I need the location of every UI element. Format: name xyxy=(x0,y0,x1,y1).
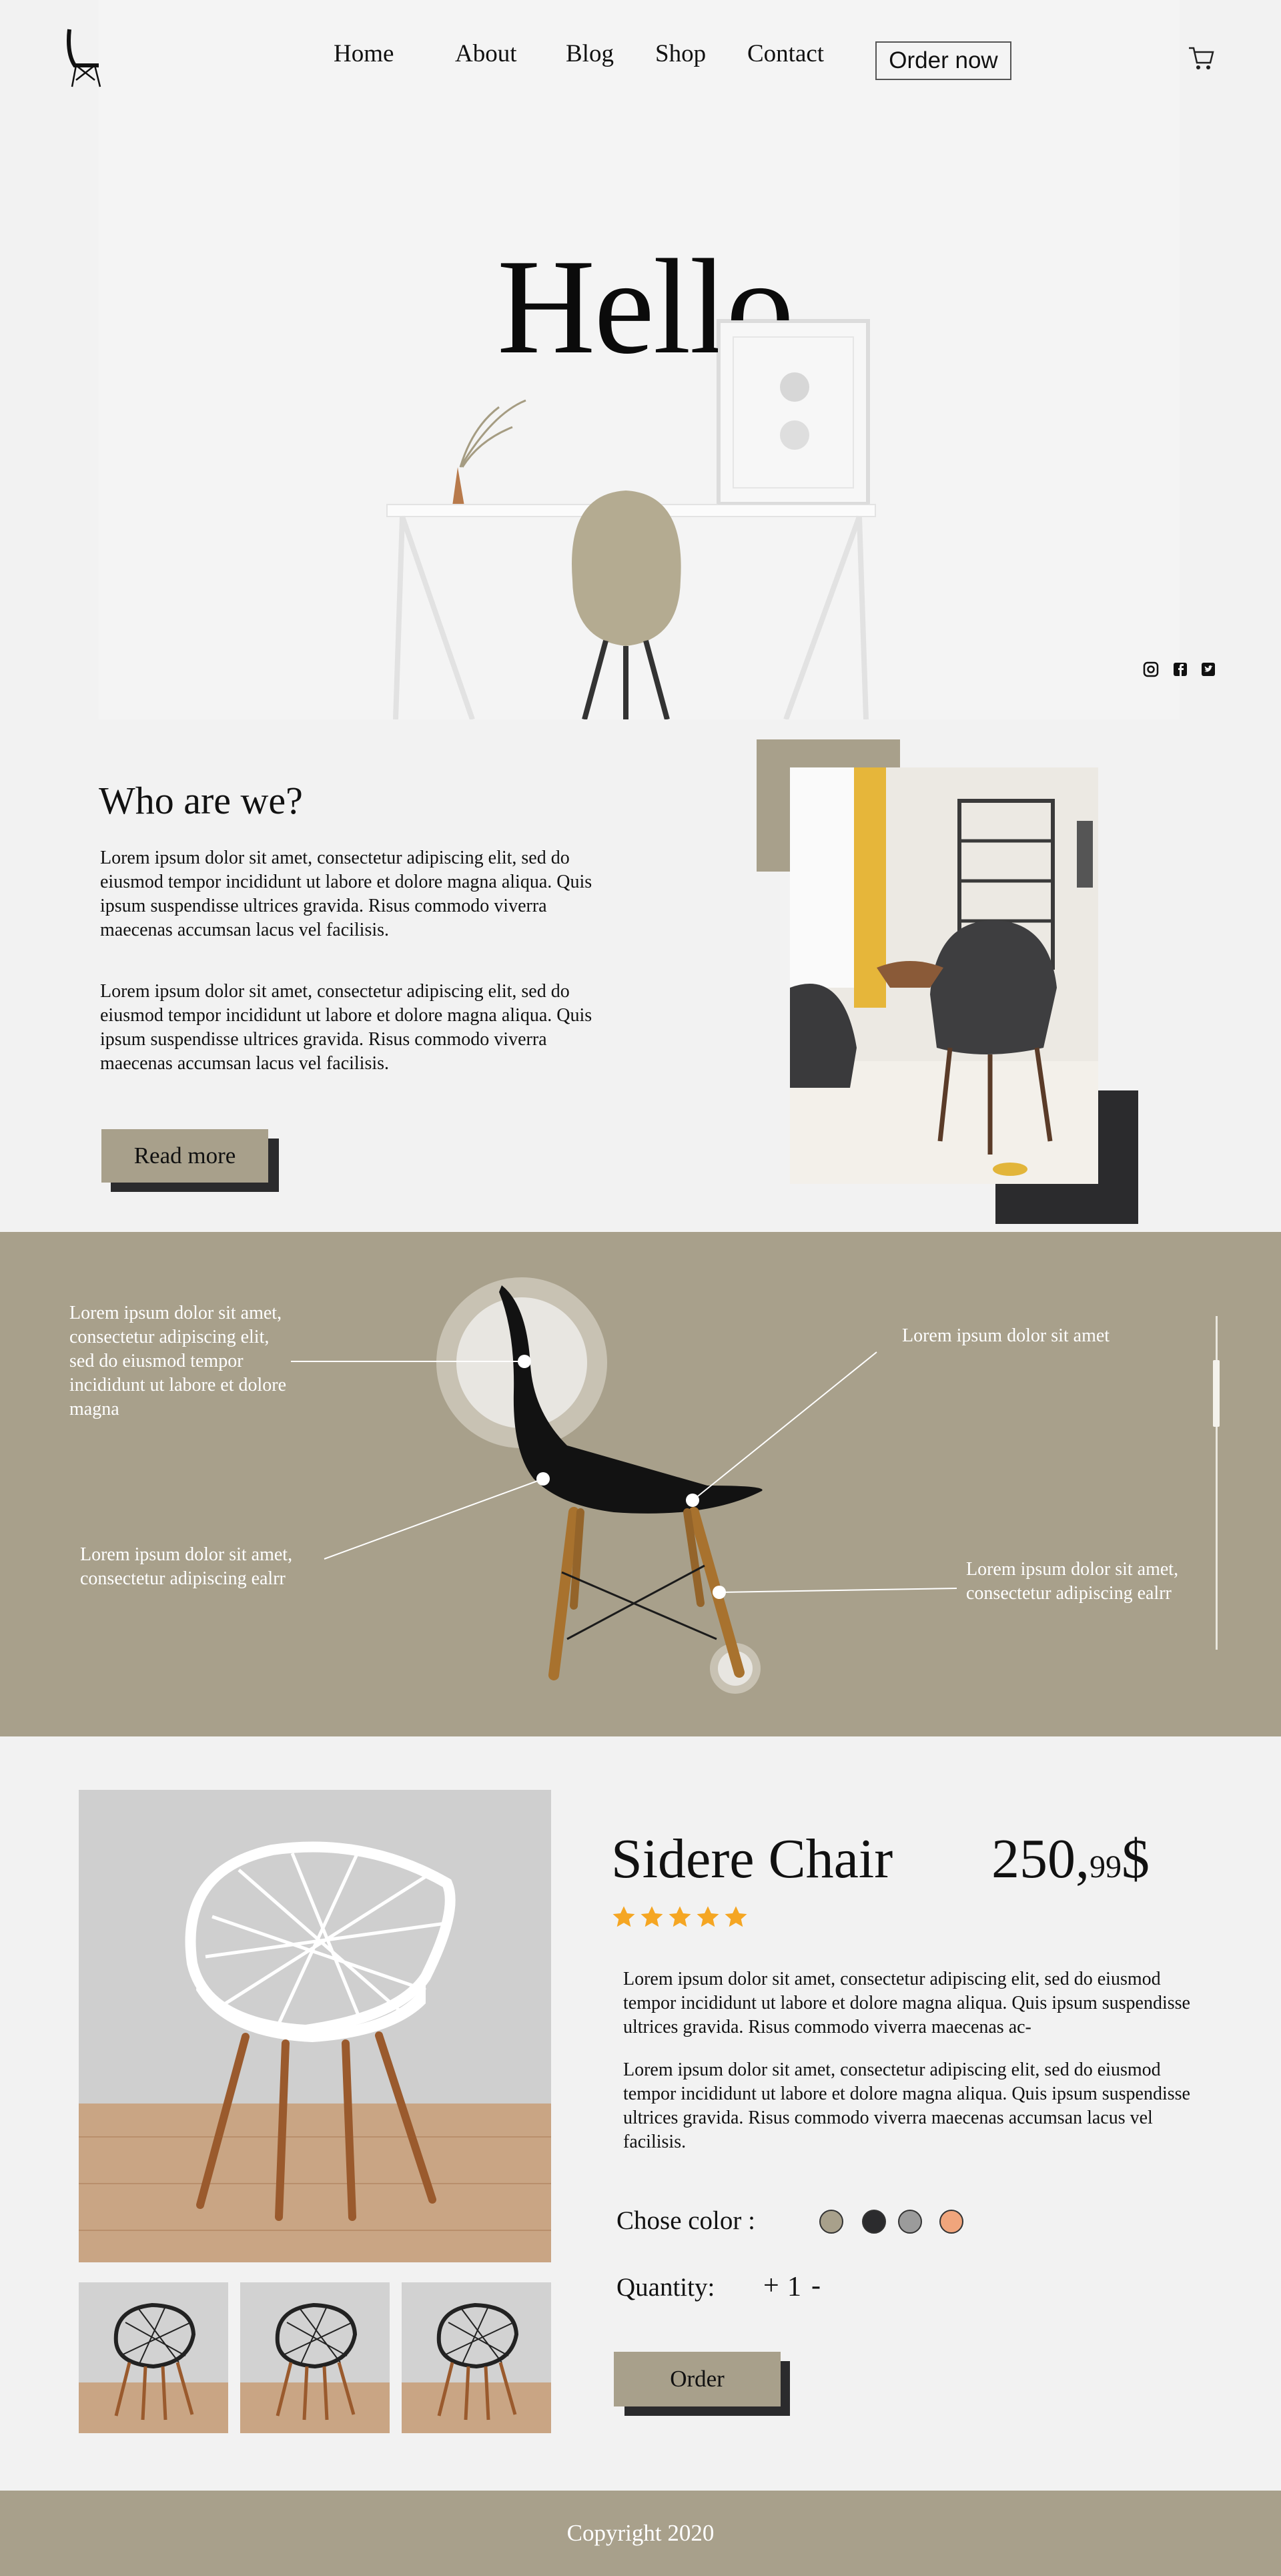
rating-stars xyxy=(611,1905,749,1930)
star-icon xyxy=(697,1906,719,1927)
product-thumbnail-3[interactable] xyxy=(402,2282,551,2433)
product-paragraph-2: Lorem ipsum dolor sit amet, consectetur … xyxy=(623,2059,1190,2152)
quantity-increment-button[interactable]: + xyxy=(763,2272,779,2300)
about-paragraph-1: Lorem ipsum dolor sit amet, consectetur … xyxy=(100,848,592,940)
quantity-value: 1 xyxy=(787,2272,801,2302)
color-label: Chose color : xyxy=(616,2206,755,2235)
about-title: Who are we? xyxy=(99,779,303,822)
facebook-icon[interactable] xyxy=(1172,661,1189,678)
product-thumbnail-1[interactable] xyxy=(79,2282,228,2433)
star-icon xyxy=(640,1906,663,1927)
quantity-label: Quantity: xyxy=(616,2273,715,2302)
logo-chair-icon[interactable] xyxy=(64,27,104,88)
read-more-button[interactable]: Read more xyxy=(101,1129,268,1183)
price-cents: 99 xyxy=(1090,1849,1122,1885)
feature-callout-4: Lorem ipsum dolor sit amet, consectetur … xyxy=(966,1559,1179,1604)
price-currency: $ xyxy=(1122,1828,1150,1890)
feature-callout-1: Lorem ipsum dolor sit amet, consectetur … xyxy=(69,1303,287,1419)
star-icon xyxy=(612,1906,635,1927)
product-name: Sidere Chair xyxy=(611,1828,893,1890)
product-main-image xyxy=(79,1790,551,2262)
copyright-text: Copyright 2020 xyxy=(566,2520,715,2546)
quantity-decrement-button[interactable]: - xyxy=(811,2272,821,2300)
feature-callout-2: Lorem ipsum dolor sit amet xyxy=(902,1325,1110,1346)
color-swatch-grey[interactable] xyxy=(898,2210,922,2234)
instagram-icon[interactable] xyxy=(1142,661,1160,678)
nav-shop[interactable]: Shop xyxy=(655,41,706,66)
color-swatch-peach[interactable] xyxy=(939,2210,963,2234)
nav-home[interactable]: Home xyxy=(334,41,394,66)
price-main: 250, xyxy=(991,1828,1090,1890)
cart-icon[interactable] xyxy=(1188,45,1214,71)
feature-scroll-thumb[interactable] xyxy=(1213,1360,1220,1427)
order-now-button[interactable]: Order now xyxy=(875,41,1011,80)
hero-frame-overlay xyxy=(718,320,869,505)
star-icon xyxy=(725,1906,747,1927)
about-paragraph-2: Lorem ipsum dolor sit amet, consectetur … xyxy=(100,981,592,1074)
color-swatch-tan[interactable] xyxy=(819,2210,843,2234)
nav-about[interactable]: About xyxy=(455,41,517,66)
star-icon xyxy=(669,1906,691,1927)
nav-blog[interactable]: Blog xyxy=(566,41,614,66)
product-price: 250,99$ xyxy=(991,1831,1150,1887)
nav-contact[interactable]: Contact xyxy=(747,41,824,66)
feature-callout-3: Lorem ipsum dolor sit amet, consectetur … xyxy=(80,1544,293,1589)
color-swatch-dark[interactable] xyxy=(862,2210,886,2234)
twitter-icon[interactable] xyxy=(1200,661,1217,678)
product-paragraph-1: Lorem ipsum dolor sit amet, consectetur … xyxy=(623,1969,1190,2037)
order-button[interactable]: Order xyxy=(614,2352,781,2406)
product-thumbnail-2[interactable] xyxy=(240,2282,390,2433)
about-photo xyxy=(790,767,1098,1184)
